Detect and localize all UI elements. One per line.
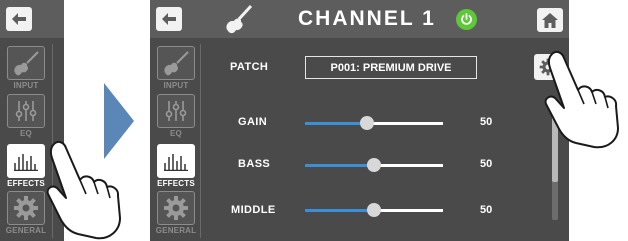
slider-thumb[interactable] [367, 203, 381, 217]
slider-fill [305, 209, 374, 212]
slider-thumb[interactable] [367, 158, 381, 172]
slider-label: MIDDLE [231, 204, 276, 216]
sidebar-item-label: INPUT [163, 81, 189, 90]
eq-sliders-icon [157, 94, 195, 128]
sidebar-item-input[interactable]: INPUT [3, 46, 49, 90]
guitar-icon [157, 46, 195, 80]
gain-slider[interactable] [305, 116, 443, 130]
arrow-left-icon [162, 13, 176, 25]
patch-selector[interactable]: P001: PREMIUM DRIVE [305, 56, 477, 79]
sidebar-item-input[interactable]: INPUT [153, 46, 199, 90]
pointing-hand-icon [544, 50, 619, 149]
sidebar-item-label: INPUT [13, 81, 39, 90]
transition-arrow-icon [104, 83, 134, 159]
back-button[interactable] [6, 7, 32, 31]
page-title: CHANNEL 1 [298, 7, 436, 30]
guitar-icon [226, 4, 253, 34]
sidebar-item-label: EQ [20, 129, 32, 138]
slider-value: 50 [480, 158, 493, 170]
back-button[interactable] [156, 7, 182, 31]
sidebar: INPUT EQ EFFECTS GENERAL [150, 38, 212, 241]
sidebar-item-label: GENERAL [155, 226, 197, 235]
gear-icon [157, 191, 195, 225]
bass-slider[interactable] [305, 158, 443, 172]
patch-label: PATCH [230, 61, 269, 73]
sidebar-item-label: EQ [170, 129, 182, 138]
sidebar-item-eq[interactable]: EQ [153, 94, 199, 138]
power-button[interactable] [456, 9, 477, 30]
power-icon [461, 13, 472, 25]
effects-bars-icon [157, 144, 195, 178]
home-icon [542, 12, 558, 28]
home-button[interactable] [537, 8, 563, 32]
sidebar-item-general[interactable]: GENERAL [153, 191, 199, 235]
slider-thumb[interactable] [360, 116, 375, 130]
left-top-bar [0, 0, 64, 38]
slider-fill [305, 164, 374, 167]
slider-value: 50 [480, 116, 493, 128]
eq-sliders-icon [7, 94, 45, 128]
middle-slider[interactable] [305, 203, 443, 217]
slider-label: GAIN [238, 116, 268, 128]
arrow-left-icon [12, 13, 26, 25]
slider-fill [305, 122, 368, 125]
slider-value: 50 [480, 204, 493, 216]
right-screen: CHANNEL 1 INPUT EQ EFFECTS GENERAL PATCH… [150, 0, 569, 241]
sidebar-item-effects[interactable]: EFFECTS [153, 144, 199, 188]
guitar-icon [7, 46, 45, 80]
top-bar: CHANNEL 1 [150, 0, 569, 38]
sidebar-item-eq[interactable]: EQ [3, 94, 49, 138]
slider-label: BASS [238, 158, 271, 170]
sidebar-item-label: EFFECTS [157, 179, 195, 188]
